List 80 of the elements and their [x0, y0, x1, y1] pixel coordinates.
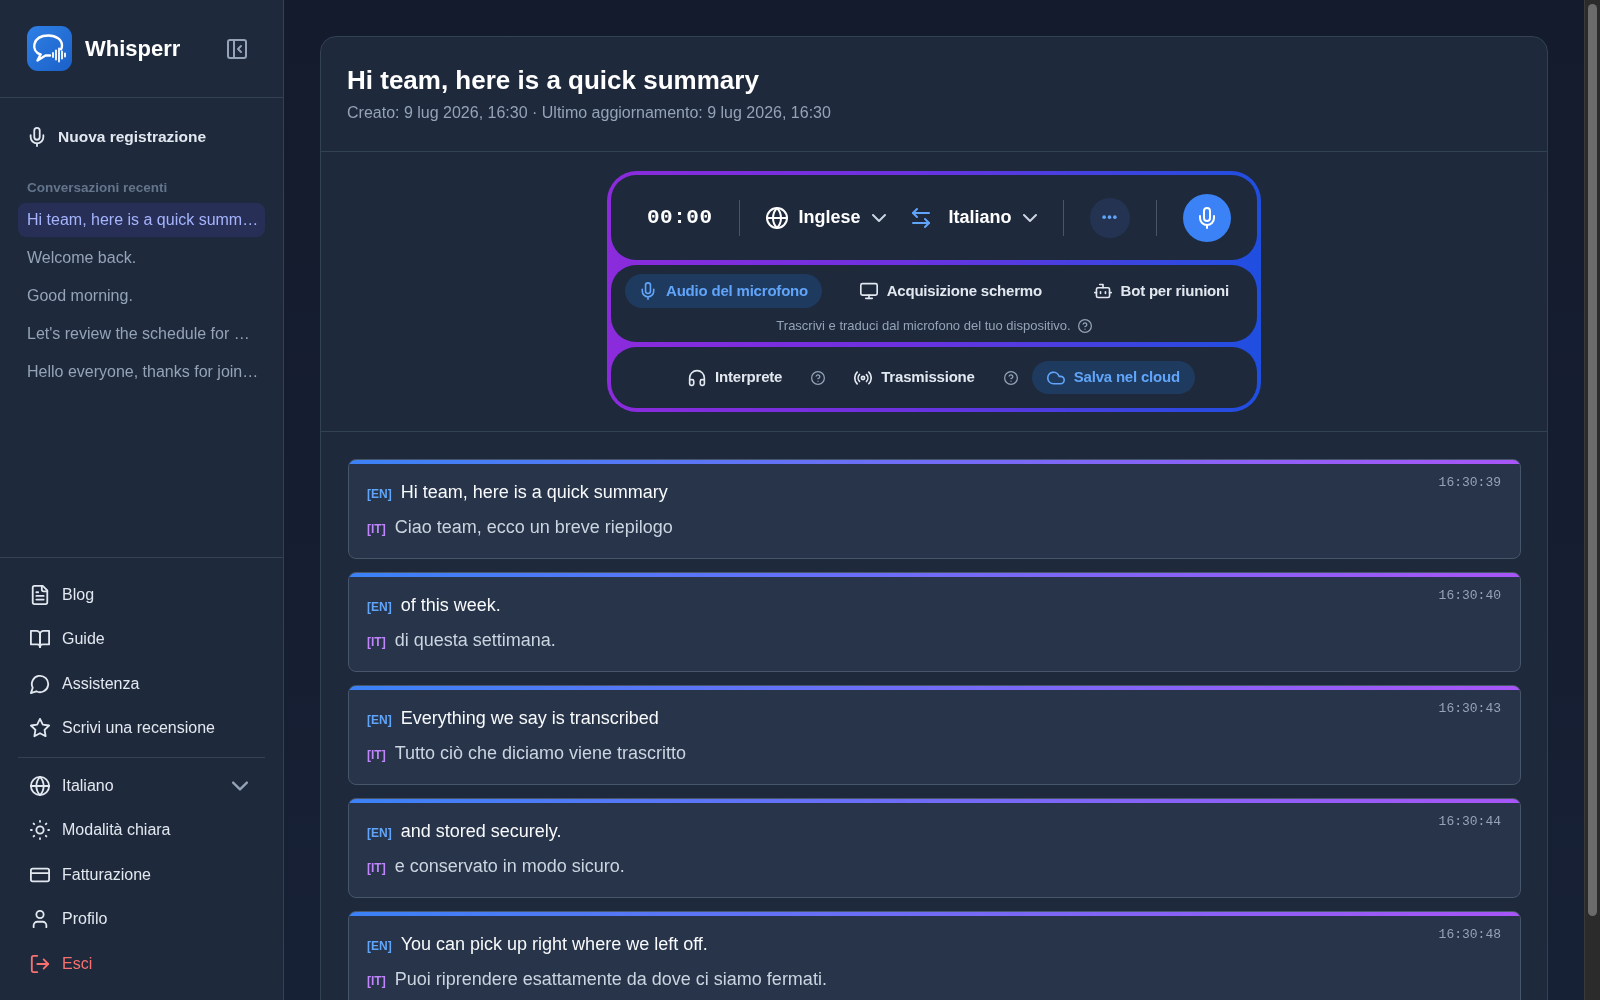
collapse-sidebar-button[interactable]: [226, 37, 248, 60]
logo-icon: [27, 26, 72, 71]
conversation-title: Hi team, here is a quick summary: [347, 65, 760, 96]
option-toggle[interactable]: Salva nel cloud: [1031, 361, 1195, 394]
help-icon[interactable]: [811, 370, 826, 385]
language-tag: [IT]: [367, 743, 386, 767]
monitor-icon: [859, 282, 878, 300]
help-icon[interactable]: [1003, 370, 1018, 385]
timer: 00:00: [647, 204, 713, 231]
new-recording-button[interactable]: Nuova registrazione: [18, 117, 265, 157]
headphones-icon: [688, 368, 707, 387]
language-tag: [EN]: [367, 482, 392, 506]
sidebar-link[interactable]: Guide: [18, 617, 265, 662]
sidebar-link[interactable]: Blog: [18, 572, 265, 617]
cloud-icon: [1046, 368, 1065, 387]
sidebar-link[interactable]: Scrivi una recensione: [18, 706, 265, 751]
option-toggle[interactable]: Interprete: [673, 361, 798, 394]
conversation-item[interactable]: Hello everyone, thanks for join…: [18, 354, 265, 389]
language-tag: [EN]: [367, 708, 392, 732]
sidebar-link[interactable]: Modalità chiara: [18, 808, 265, 853]
star-icon: [30, 718, 50, 739]
sun-icon: [30, 820, 50, 841]
robot-icon: [1093, 282, 1112, 300]
ellipsis-icon: [1102, 215, 1118, 220]
transcript-text: of this week.: [400, 594, 501, 617]
section-heading: Conversazioni recenti: [26, 179, 169, 198]
transcript-text: di questa settimana.: [394, 629, 556, 652]
language-tag: [IT]: [367, 856, 386, 880]
language-dropdown[interactable]: Italiano: [18, 763, 265, 808]
transcript-text: e conservato in modo sicuro.: [394, 855, 625, 878]
timestamp: 16:30:40: [1438, 587, 1501, 605]
globe-icon: [765, 206, 788, 229]
transcript-text: Tutto ciò che diciamo viene trascritto: [394, 742, 687, 765]
language-tag: [EN]: [367, 595, 392, 619]
broadcast-icon: [854, 368, 873, 387]
timestamp: 16:30:44: [1438, 813, 1501, 831]
scrollbar-thumb[interactable]: [1588, 4, 1597, 916]
source-language-select[interactable]: Inglese: [765, 204, 886, 231]
swap-languages-button[interactable]: [909, 206, 932, 229]
sidebar-link[interactable]: Assistenza: [18, 661, 265, 706]
microphone-icon: [27, 126, 47, 147]
person-icon: [30, 909, 50, 930]
transcript-text: Ciao team, ecco un breve riepilogo: [394, 516, 673, 539]
timestamp: 16:30:39: [1438, 474, 1501, 492]
language-tag: [EN]: [367, 934, 392, 958]
transcript-text: Hi team, here is a quick summary: [400, 481, 668, 504]
sidebar-link[interactable]: Profilo: [18, 897, 265, 942]
timestamp: 16:30:48: [1438, 926, 1501, 944]
document-icon: [30, 584, 50, 605]
source-description: Trascrivi e traduci dal microfono del tuo dispositivo.: [776, 317, 1071, 335]
conversation-item[interactable]: Good morning.: [18, 278, 265, 313]
app-name: Whisperr: [85, 35, 181, 63]
conversation-dates: Creato: 9 lug 2026, 16:30 · Ultimo aggiornamento: 9 lug 2026, 16:30: [347, 103, 832, 123]
conversation-item[interactable]: Welcome back.: [18, 240, 265, 275]
help-icon[interactable]: [1077, 318, 1092, 333]
language-tag: [IT]: [367, 969, 386, 993]
globe-icon: [30, 775, 50, 796]
swap-arrows-icon: [909, 206, 932, 229]
conversation-item[interactable]: Hi team, here is a quick summ…: [18, 202, 265, 237]
transcript-text: You can pick up right where we left off.: [400, 933, 708, 956]
source-tab[interactable]: Bot per riunioni: [1079, 274, 1243, 308]
transcript-text: and stored securely.: [400, 820, 562, 843]
chat-bubble-icon: [30, 673, 50, 694]
logout-link[interactable]: Esci: [18, 941, 265, 986]
timestamp: 16:30:43: [1438, 700, 1501, 718]
book-icon: [30, 629, 50, 650]
language-tag: [EN]: [367, 821, 392, 845]
sidebar-link[interactable]: Fatturazione: [18, 852, 265, 897]
microphone-icon: [639, 282, 657, 300]
exit-icon: [30, 953, 50, 974]
source-tab[interactable]: Audio del microfono: [625, 274, 823, 308]
conversation-item[interactable]: Let's review the schedule for …: [18, 316, 265, 351]
target-language-select[interactable]: Italiano: [948, 204, 1037, 231]
language-tag: [IT]: [367, 630, 386, 654]
source-tab[interactable]: Acquisizione schermo: [845, 274, 1056, 308]
sidebar-panel-icon: [226, 37, 248, 60]
language-tag: [IT]: [367, 517, 386, 541]
transcript-text: Everything we say is transcribed: [400, 707, 659, 730]
transcript-text: Puoi riprendere esattamente da dove ci siamo fermati.: [394, 968, 827, 991]
option-toggle[interactable]: Trasmissione: [839, 361, 990, 394]
